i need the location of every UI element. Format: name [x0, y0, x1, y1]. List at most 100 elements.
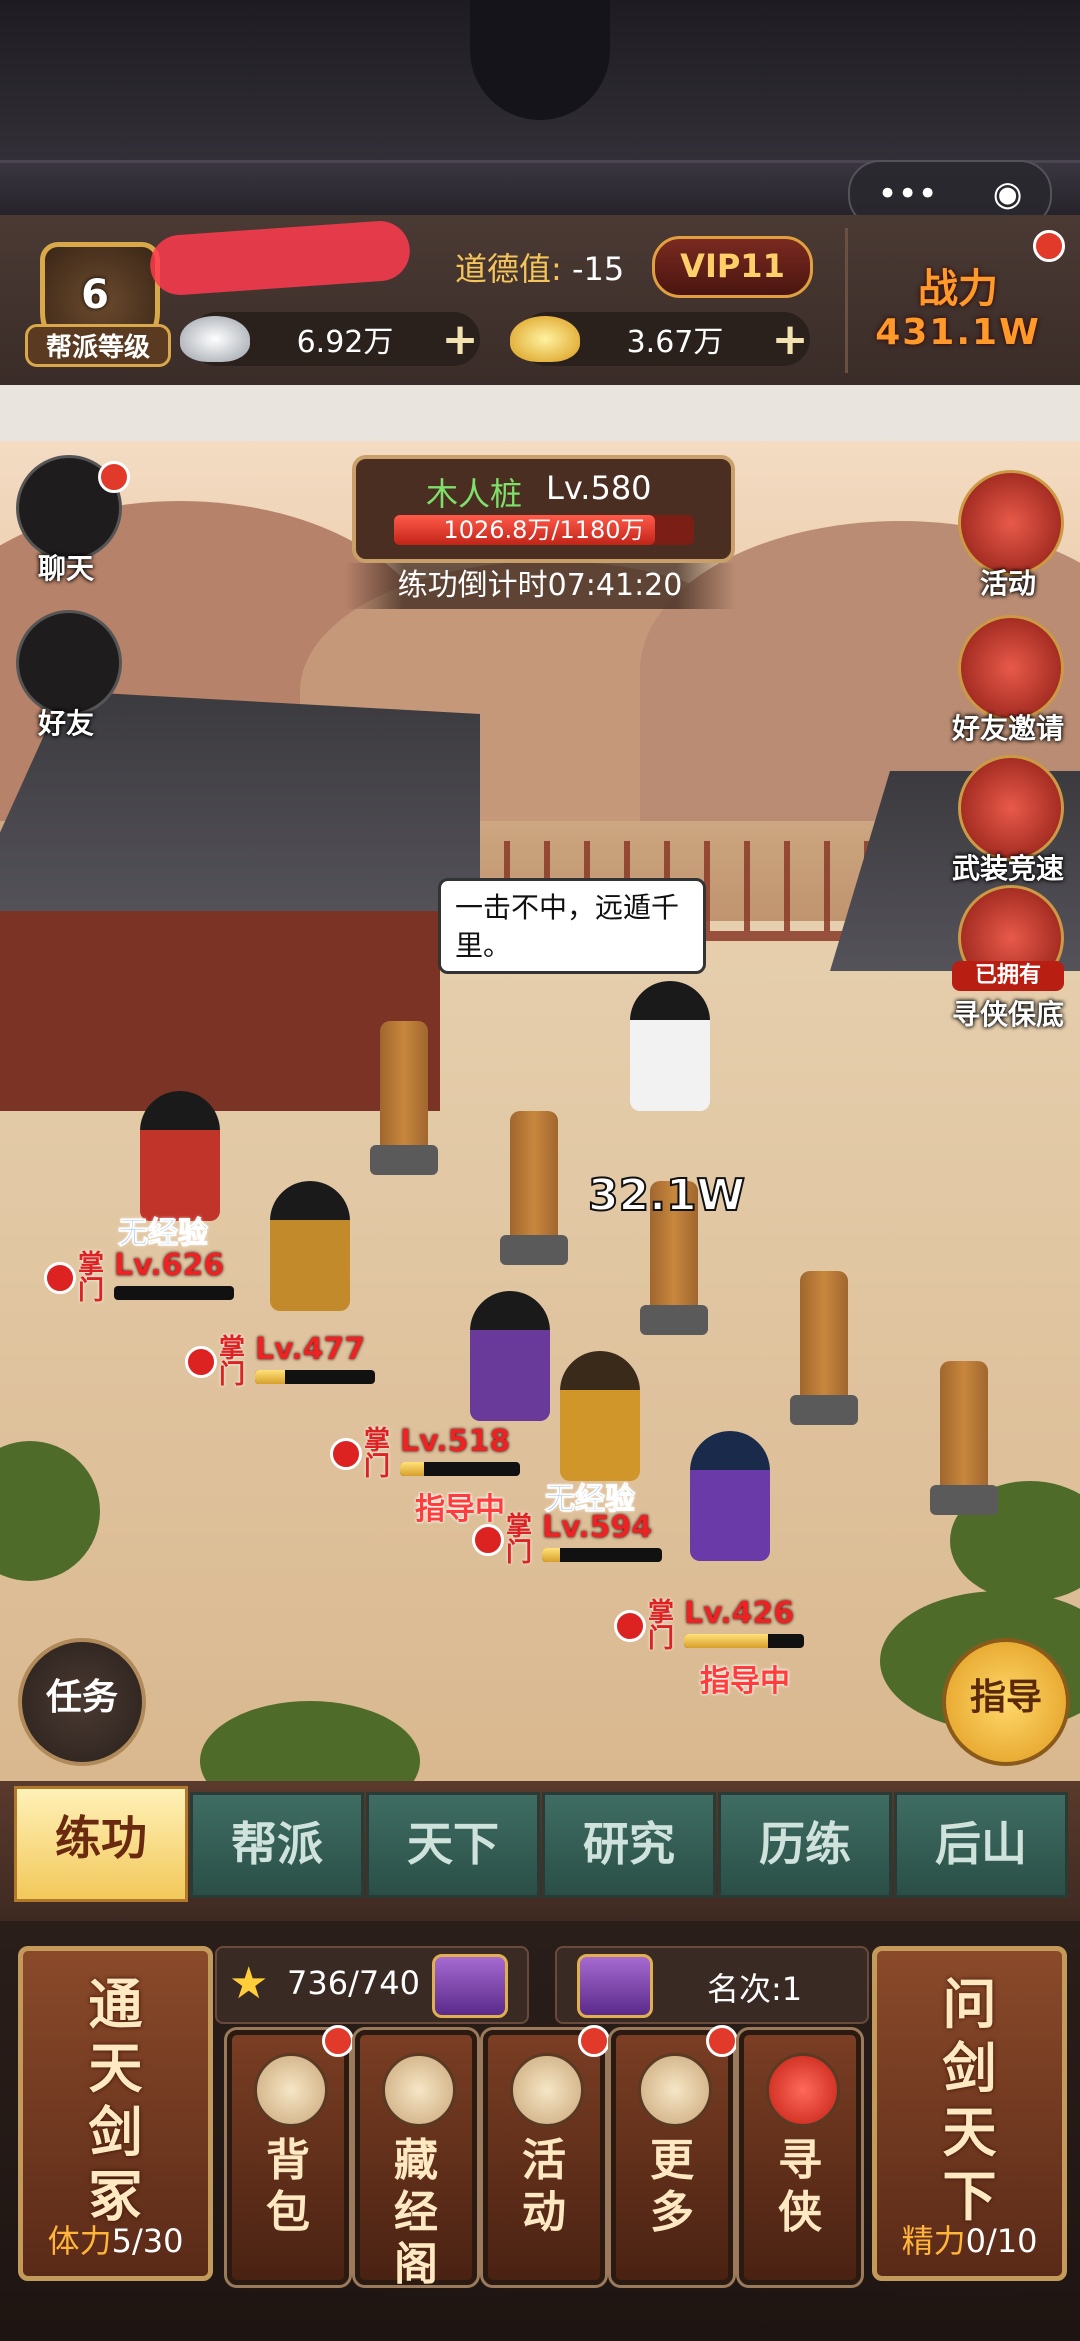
bag-icon [254, 2053, 328, 2127]
fist-icon [16, 610, 122, 716]
disciple-dot [44, 1262, 76, 1294]
dummy-hp-text: 1026.8万/1180万 [443, 516, 645, 544]
guild-level-number: 6 [81, 272, 109, 318]
energy: 精力0/10 [877, 2216, 1062, 2262]
exp-fill [684, 1634, 768, 1648]
more-label: 更多 [650, 2135, 694, 2238]
exp-bar [114, 1286, 234, 1300]
disciple-level: Lv.518 [400, 1424, 511, 1459]
silver-currency: 6.92万 + [180, 312, 480, 366]
wooden-dummy[interactable] [930, 1361, 998, 1515]
seek-hero-button[interactable]: 寻侠 [736, 2027, 864, 2288]
damage-number: 32.1W [587, 1169, 746, 1222]
scripture-pavilion-button[interactable]: 藏经阁 [352, 2027, 480, 2290]
tab-guild[interactable]: 帮派 [190, 1792, 364, 1898]
star-icon: ★ [229, 1958, 269, 2009]
backpack-button[interactable]: 背包 [224, 2025, 354, 2288]
event-label: 活动 [979, 567, 1036, 600]
divider-strip [0, 385, 1080, 441]
dummy-level: Lv.580 [546, 469, 652, 507]
training-countdown: 练功倒计时07:41:20 [345, 563, 735, 609]
exp-fill [400, 1462, 424, 1476]
speech-bubble: 一击不中，远遁千里。 [438, 878, 706, 974]
activity-label: 活动 [522, 2135, 566, 2238]
combat-power-label: 战力 [918, 266, 998, 312]
training-scene [0, 441, 1080, 1781]
pavilion-icon [382, 2053, 456, 2127]
handshake-icon [958, 615, 1064, 721]
tab-world[interactable]: 天下 [366, 1792, 540, 1898]
add-silver-button[interactable]: + [440, 314, 480, 365]
flower-icon [638, 2053, 712, 2127]
disciple-character[interactable] [270, 1181, 350, 1311]
wooden-dummy[interactable] [370, 1021, 438, 1175]
vip-badge[interactable]: VIP11 [652, 236, 813, 298]
combat-power[interactable]: 战力 431.1W [845, 228, 1068, 373]
energy-value: 0/10 [965, 2222, 1038, 2260]
tab-experience[interactable]: 历练 [718, 1792, 892, 1898]
disciple-character[interactable] [470, 1291, 550, 1421]
close-icon[interactable]: ◉ [993, 174, 1023, 214]
event-button[interactable]: 活动 [948, 470, 1068, 610]
rank-value: 名次:1 [707, 1970, 803, 2008]
friends-label: 好友 [37, 707, 94, 740]
wooden-dummy[interactable] [500, 1111, 568, 1265]
roof-ornament [470, 0, 610, 120]
activity-button[interactable]: 活动 [480, 2025, 610, 2288]
invite-friends-button[interactable]: 好友邀请 [948, 615, 1068, 755]
guide-button[interactable]: 指导 [942, 1638, 1070, 1766]
dummy-name: 木人桩 [426, 475, 523, 513]
disciple-character[interactable] [690, 1431, 770, 1561]
exp-bar [255, 1370, 375, 1384]
tab-research[interactable]: 研究 [542, 1792, 716, 1898]
add-gold-button[interactable]: + [770, 314, 810, 365]
exp-fill [542, 1548, 560, 1562]
sword-world-title: 问剑天下 [942, 1973, 997, 2228]
chat-label: 聊天 [37, 552, 94, 585]
guild-level-badge[interactable]: 6 帮派等级 [20, 222, 171, 367]
stamina: 体力5/30 [23, 2216, 208, 2262]
role-label: 掌门 [506, 1512, 533, 1568]
swordsman-character[interactable] [630, 981, 710, 1111]
silver-amount: 6.92万 [296, 325, 394, 360]
rank-reward-chest-icon[interactable] [577, 1954, 653, 2018]
silver-ingot-icon [180, 316, 250, 362]
task-button[interactable]: 任务 [18, 1638, 146, 1766]
disciple-dot [614, 1610, 646, 1642]
invite-friends-label: 好友邀请 [951, 712, 1064, 745]
scripture-pavilion-label: 藏经阁 [394, 2135, 438, 2290]
disciple-character[interactable] [560, 1351, 640, 1481]
activity-notification-dot [578, 2025, 610, 2057]
gold-amount: 3.67万 [626, 325, 724, 360]
stamina-label: 体力 [47, 2222, 112, 2260]
tab-practice[interactable]: 练功 [14, 1786, 188, 1902]
more-button[interactable]: 更多 [608, 2025, 738, 2288]
guild-level-label: 帮派等级 [25, 324, 171, 367]
gold-ingot-icon [510, 316, 580, 362]
gold-currency: 3.67万 + [510, 312, 810, 366]
chat-notification-dot [98, 461, 130, 493]
armed-race-label: 武装竞速 [951, 852, 1064, 885]
sword-world-card[interactable]: 问剑天下 精力0/10 [872, 1946, 1067, 2281]
disciple-level: Lv.594 [542, 1510, 653, 1545]
backpack-notification-dot [322, 2025, 354, 2057]
guiding-status: 指导中 [415, 1492, 505, 1527]
armed-race-button[interactable]: 武装竞速 [948, 755, 1068, 895]
chat-button[interactable]: 聊天 [6, 455, 130, 595]
tab-backmountain[interactable]: 后山 [894, 1792, 1068, 1898]
hero-guarantee-button[interactable]: 已拥有 寻侠保底 [948, 885, 1068, 1031]
role-label: 掌门 [364, 1426, 391, 1482]
more-icon[interactable]: ••• [878, 174, 938, 214]
star-reward-chest-icon[interactable] [432, 1954, 508, 2018]
disciple-character[interactable] [140, 1091, 220, 1221]
left-building-wall [0, 911, 440, 1111]
drum-icon [958, 470, 1064, 576]
star-progress: ★ 736/740 [215, 1946, 529, 2024]
weapons-icon [958, 755, 1064, 861]
exp-bar [542, 1548, 662, 1562]
sword-tomb-card[interactable]: 通天剑冢 体力5/30 [18, 1946, 213, 2281]
wooden-dummy[interactable] [790, 1271, 858, 1425]
exp-bar [400, 1462, 520, 1476]
friends-button[interactable]: 好友 [6, 610, 126, 750]
dummy-info-panel: 木人桩 Lv.580 1026.8万/1180万 [352, 455, 735, 563]
